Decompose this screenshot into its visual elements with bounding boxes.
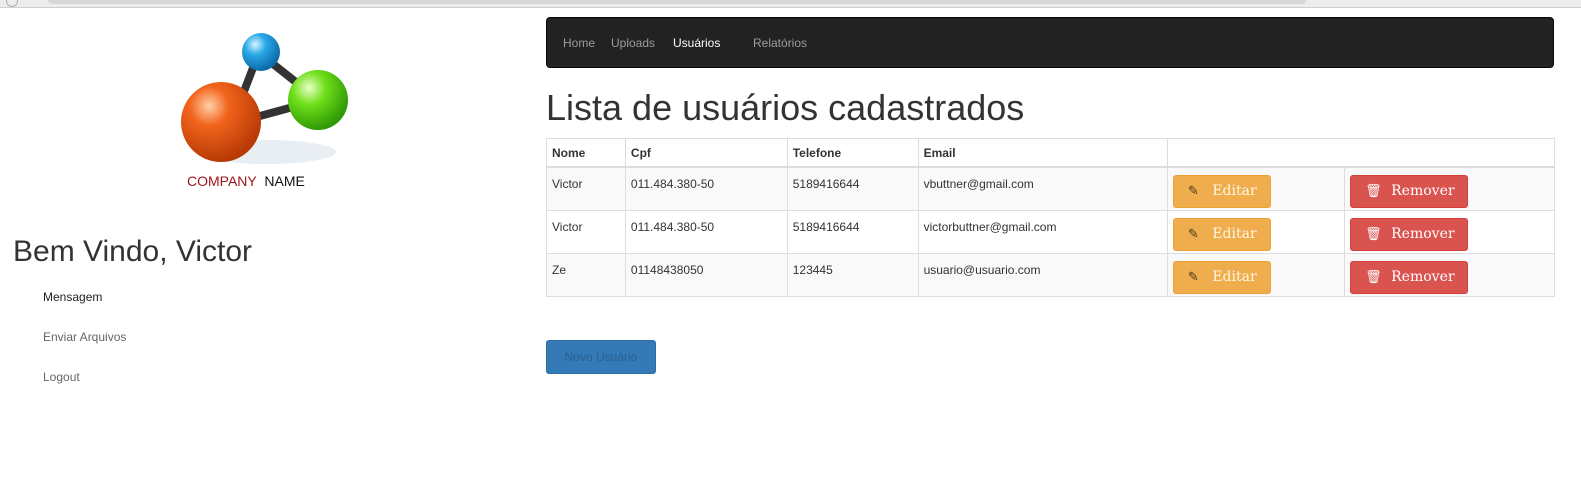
cell-nome: Ze: [546, 252, 626, 297]
logo-name-text: NAME: [264, 173, 304, 189]
cell-telefone: 123445: [786, 252, 919, 297]
cell-nome: Victor: [546, 209, 626, 254]
side-nav-link-mensagem[interactable]: Mensagem: [43, 290, 102, 304]
cell-email: vbuttner@gmail.com: [917, 166, 1169, 211]
trash-icon: 🗑: [1365, 184, 1382, 199]
logo-company-text: COMPANY: [187, 173, 257, 189]
column-header-nome: Nome: [546, 138, 626, 168]
nav-link-uploads[interactable]: Uploads: [611, 36, 655, 50]
cell-email: usuario@usuario.com: [917, 252, 1169, 297]
page-title: Lista de usuários cadastrados: [546, 87, 1025, 128]
side-nav-item-mensagem: Mensagem: [43, 286, 126, 326]
cell-remove: 🗑 Remover: [1344, 209, 1555, 254]
side-nav: Mensagem Enviar Arquivos Logout: [43, 286, 126, 406]
remove-button[interactable]: 🗑 Remover: [1350, 217, 1469, 251]
cell-telefone: 5189416644: [786, 209, 919, 254]
column-header-cpf: Cpf: [624, 138, 788, 168]
users-table: Nome Cpf Telefone Email Victor 011.484.3…: [546, 138, 1555, 297]
browser-scrollbar: [48, 0, 1306, 4]
svg-text:COMPANY NAME: COMPANY NAME: [187, 173, 305, 189]
cell-nome: Victor: [546, 166, 626, 211]
cell-cpf: 011.484.380-50: [624, 209, 788, 254]
remove-button[interactable]: 🗑 Remover: [1350, 260, 1469, 294]
trash-icon: 🗑: [1365, 226, 1382, 242]
side-nav-link-logout[interactable]: Logout: [43, 370, 80, 384]
edit-button[interactable]: ✎ Editar: [1173, 260, 1272, 294]
edit-button-label: Editar: [1212, 183, 1257, 199]
browser-button-icon: [6, 0, 18, 7]
cell-cpf: 01148438050: [624, 252, 788, 297]
cell-remove: 🗑 Remover: [1344, 252, 1555, 297]
edit-button[interactable]: ✎ Editar: [1173, 175, 1272, 208]
top-navbar: Home Uploads Usuários Relatórios: [546, 17, 1554, 68]
cell-edit: ✎ Editar: [1167, 166, 1346, 211]
column-header-email: Email: [917, 138, 1169, 168]
remove-button-label: Remover: [1391, 225, 1455, 242]
side-nav-item-enviar-arquivos: Enviar Arquivos: [43, 326, 126, 366]
nav-link-home[interactable]: Home: [563, 36, 595, 50]
side-nav-item-logout: Logout: [43, 366, 126, 406]
edit-icon: ✎: [1187, 184, 1199, 199]
table-row: Victor 011.484.380-50 5189416644 vbuttne…: [546, 166, 1555, 211]
cell-email: victorbuttner@gmail.com: [917, 209, 1169, 254]
table-row: Victor 011.484.380-50 5189416644 victorb…: [546, 209, 1555, 254]
edit-icon: ✎: [1187, 269, 1199, 285]
table-row: Ze 01148438050 123445 usuario@usuario.co…: [546, 252, 1555, 297]
cell-edit: ✎ Editar: [1167, 209, 1346, 254]
remove-button-label: Remover: [1391, 183, 1455, 199]
nav-link-relatorios[interactable]: Relatórios: [753, 36, 807, 50]
new-user-button[interactable]: Novo Usuário: [546, 340, 656, 374]
edit-icon: ✎: [1187, 226, 1199, 242]
remove-button[interactable]: 🗑 Remover: [1350, 175, 1469, 208]
cell-cpf: 011.484.380-50: [624, 166, 788, 211]
edit-button-label: Editar: [1212, 225, 1257, 242]
browser-top-edge: [0, 0, 1581, 8]
column-header-actions: [1167, 138, 1555, 168]
column-header-telefone: Telefone: [786, 138, 919, 168]
side-nav-link-enviar-arquivos[interactable]: Enviar Arquivos: [43, 330, 126, 344]
cell-edit: ✎ Editar: [1167, 252, 1346, 297]
trash-icon: 🗑: [1365, 269, 1382, 285]
table-header-row: Nome Cpf Telefone Email: [546, 138, 1555, 168]
cell-remove: 🗑 Remover: [1344, 166, 1555, 211]
nav-link-usuarios[interactable]: Usuários: [673, 36, 720, 50]
edit-button-label: Editar: [1212, 268, 1257, 285]
cell-telefone: 5189416644: [786, 166, 919, 211]
edit-button[interactable]: ✎ Editar: [1173, 217, 1272, 251]
remove-button-label: Remover: [1391, 268, 1455, 285]
welcome-heading: Bem Vindo, Victor: [13, 235, 253, 268]
company-logo: COMPANY NAME: [181, 33, 348, 189]
